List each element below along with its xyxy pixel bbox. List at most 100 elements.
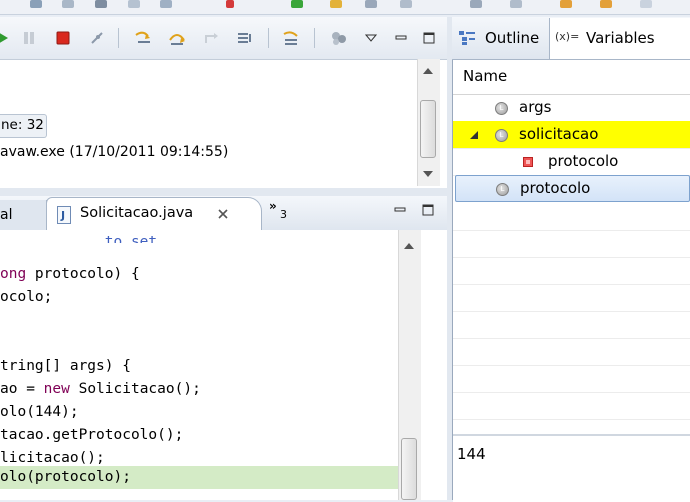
disconnect-icon[interactable] (86, 27, 108, 49)
toolbar-icon[interactable] (330, 0, 342, 8)
code-line[interactable]: tacao.getProtocolo(); (0, 424, 183, 447)
code-token: olo(protocolo); (0, 469, 131, 485)
editor-scrollbar[interactable] (398, 230, 421, 500)
overflow-chevron-icon: » (269, 199, 277, 213)
view-tab-bar: Outline (x)= Variables (452, 17, 690, 60)
code-line[interactable]: ong protocolo) { (0, 263, 140, 286)
debug-toolbar (0, 17, 447, 60)
toolbar-icon[interactable] (470, 0, 482, 8)
toolbar-icon[interactable] (560, 0, 572, 8)
vertical-splitter[interactable] (447, 17, 452, 500)
maximize-button[interactable] (418, 27, 440, 49)
code-token: ocolo; (0, 289, 53, 305)
variable-name: protocolo (548, 152, 619, 170)
toolbar-icon[interactable] (510, 0, 522, 8)
tab-solicitacao-java[interactable]: J Solicitacao.java (46, 197, 262, 232)
local-variable-icon: L (495, 102, 508, 115)
column-header-label: Name (463, 67, 508, 85)
toolbar-icon[interactable] (30, 0, 42, 8)
tab-outline[interactable]: Outline (452, 20, 548, 59)
suspend-icon[interactable] (18, 27, 40, 49)
local-variable-icon: L (496, 183, 509, 196)
code-token: olo(144); (0, 404, 79, 420)
code-token: ao = (0, 381, 44, 397)
run-icon[interactable] (291, 0, 303, 8)
scroll-up-icon[interactable] (423, 67, 433, 75)
breakpoint-icon[interactable] (226, 0, 234, 8)
variable-row-args[interactable]: L args (453, 94, 690, 122)
tab-variables[interactable]: (x)= Variables (549, 18, 690, 59)
variable-name: args (519, 98, 552, 116)
toolbar-icon[interactable] (365, 0, 377, 8)
resume-icon[interactable] (0, 27, 14, 49)
code-editor[interactable]: ong protocolo) { ocolo; tring[] args) { ao … (0, 230, 448, 500)
toolbar-icon[interactable] (160, 0, 172, 8)
step-return-icon[interactable] (200, 27, 222, 49)
code-line[interactable]: olo(protocolo); (0, 466, 131, 489)
code-token: protocolo) { (26, 266, 140, 282)
local-variable-icon: L (495, 129, 508, 142)
empty-row (453, 392, 690, 420)
process-label: avaw.exe (17/10/2011 09:14:55) (0, 144, 229, 160)
threads-icon[interactable] (328, 27, 350, 49)
empty-row (453, 257, 690, 285)
variable-name: solicitacao (519, 125, 599, 143)
tab-outline-label: Outline (485, 29, 540, 47)
toolbar-icon[interactable] (600, 0, 612, 8)
code-line[interactable]: ao = new Solicitacao(); (0, 378, 201, 401)
toolbar-icon[interactable] (128, 0, 140, 8)
private-field-icon (523, 157, 533, 167)
step-into-icon[interactable] (132, 27, 154, 49)
code-token: new (43, 381, 70, 397)
variables-icon: (x)= (555, 30, 580, 43)
clipped-comment-line: to set (0, 229, 160, 243)
scroll-down-icon[interactable] (423, 170, 433, 178)
code-line[interactable]: ocolo; (0, 286, 52, 309)
tab-active-label: Solicitacao.java (80, 205, 194, 221)
variable-row-protocolo[interactable]: L protocolo (455, 175, 690, 202)
variable-row-protocolo-field[interactable]: protocolo (453, 148, 690, 176)
use-step-filters-icon[interactable] (280, 27, 302, 49)
maximize-icon[interactable] (421, 203, 435, 217)
view-menu-icon[interactable] (360, 27, 382, 49)
tab-previous-label: al (0, 207, 13, 223)
tab-previous[interactable]: al (0, 200, 47, 230)
empty-row (453, 203, 690, 231)
variable-row-solicitacao[interactable]: L solicitacao (453, 121, 690, 149)
minimize-button[interactable] (390, 27, 412, 49)
code-line[interactable]: tring[] args) { (0, 355, 131, 378)
toolbar-icon[interactable] (640, 0, 652, 8)
step-over-icon[interactable] (166, 27, 188, 49)
horizontal-splitter[interactable] (0, 188, 447, 196)
code-line[interactable]: olo(144); (0, 401, 79, 424)
empty-row (453, 230, 690, 258)
toolbar-icon[interactable] (62, 0, 74, 8)
overflow-count: 3 (280, 208, 287, 221)
detail-pane[interactable]: 144 (453, 434, 690, 502)
line-number-badge: ne: 32 (0, 114, 47, 138)
debug-scrollbar[interactable] (417, 59, 440, 186)
main-toolbar (0, 0, 690, 15)
code-token: tacao.getProtocolo(); (0, 427, 184, 443)
toolbar-icon[interactable] (95, 0, 107, 8)
scroll-thumb[interactable] (401, 438, 417, 500)
empty-row (453, 338, 690, 366)
minimize-icon[interactable] (393, 203, 407, 217)
empty-row (453, 284, 690, 312)
column-header-name[interactable]: Name (453, 60, 690, 95)
toolbar-icon[interactable] (400, 0, 412, 8)
comment-text: to set (104, 234, 158, 243)
editor-tab-bar: al J Solicitacao.java » 3 (0, 196, 447, 232)
tab-overflow-button[interactable]: » 3 (268, 199, 294, 223)
code-token: Solicitacao(); (69, 381, 201, 397)
drop-to-frame-icon[interactable] (234, 27, 256, 49)
scroll-up-icon[interactable] (404, 242, 414, 250)
code-token: tring[] args) { (0, 358, 131, 374)
collapse-arrow-icon[interactable] (469, 130, 479, 140)
scroll-thumb[interactable] (420, 100, 436, 158)
close-tab-icon[interactable] (217, 208, 229, 220)
terminate-icon[interactable] (52, 27, 74, 49)
outline-icon (459, 31, 475, 45)
detail-value: 144 (457, 445, 486, 463)
variable-name: protocolo (520, 179, 591, 197)
